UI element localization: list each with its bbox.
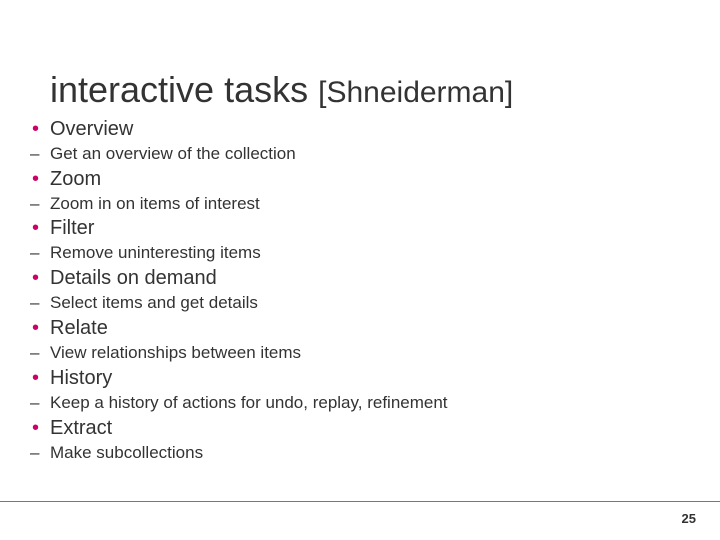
list-subitem: Get an overview of the collection bbox=[50, 143, 670, 166]
list-item: Extract bbox=[50, 415, 670, 442]
title-main: interactive tasks bbox=[50, 69, 308, 110]
list-subitem: View relationships between items bbox=[50, 342, 670, 365]
item-label: Details on demand bbox=[50, 267, 217, 289]
list-subitem: Zoom in on items of interest bbox=[50, 193, 670, 216]
item-label: Extract bbox=[50, 417, 112, 439]
list-item: Overview bbox=[50, 116, 670, 143]
item-desc: Remove uninteresting items bbox=[50, 243, 261, 262]
list-subitem: Keep a history of actions for undo, repl… bbox=[50, 392, 670, 415]
list-item: Filter bbox=[50, 215, 670, 242]
item-label: Overview bbox=[50, 118, 133, 140]
bullet-list: Overview Get an overview of the collecti… bbox=[50, 116, 670, 466]
item-desc: Keep a history of actions for undo, repl… bbox=[50, 393, 448, 412]
slide: interactive tasks [Shneiderman] Overview… bbox=[0, 0, 720, 540]
item-desc: View relationships between items bbox=[50, 343, 301, 362]
item-desc: Select items and get details bbox=[50, 293, 258, 312]
slide-title: interactive tasks [Shneiderman] bbox=[50, 70, 670, 110]
item-desc: Zoom in on items of interest bbox=[50, 194, 260, 213]
item-label: Filter bbox=[50, 217, 94, 239]
footer-divider bbox=[0, 501, 720, 502]
item-desc: Make subcollections bbox=[50, 443, 203, 462]
title-attribution: [Shneiderman] bbox=[318, 76, 513, 109]
list-item: History bbox=[50, 365, 670, 392]
item-label: Relate bbox=[50, 317, 108, 339]
item-label: History bbox=[50, 367, 112, 389]
list-item: Zoom bbox=[50, 166, 670, 193]
list-subitem: Make subcollections bbox=[50, 442, 670, 465]
item-label: Zoom bbox=[50, 168, 101, 190]
list-item: Relate bbox=[50, 315, 670, 342]
page-number: 25 bbox=[682, 511, 696, 526]
list-item: Details on demand bbox=[50, 265, 670, 292]
list-subitem: Select items and get details bbox=[50, 292, 670, 315]
list-subitem: Remove uninteresting items bbox=[50, 242, 670, 265]
item-desc: Get an overview of the collection bbox=[50, 144, 296, 163]
